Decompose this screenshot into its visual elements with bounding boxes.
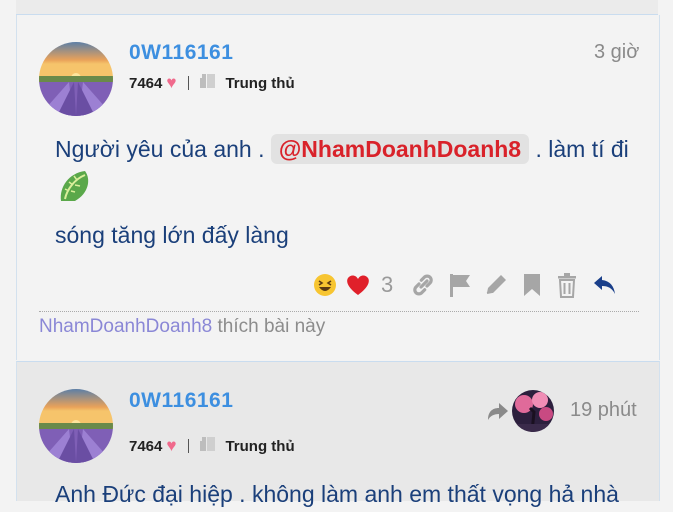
- previous-post-bottom: [16, 0, 658, 15]
- post-time[interactable]: 3 giờ: [594, 41, 639, 64]
- user-meta: 7464 ♥ Trung thủ: [129, 73, 295, 93]
- lettuce-emoji-icon: [55, 167, 95, 217]
- reply-target-avatar[interactable]: [512, 390, 554, 432]
- link-icon[interactable]: [409, 267, 437, 303]
- post-content: Anh Đức đại hiệp . không làm anh em thất…: [55, 476, 619, 512]
- trash-icon[interactable]: [555, 267, 579, 303]
- rank-icon: [199, 73, 217, 93]
- heart-icon: ♥: [166, 436, 177, 455]
- user-meta: 7464 ♥ Trung thủ: [129, 436, 295, 456]
- liked-by-user[interactable]: NhamDoanhDoanh8: [39, 316, 212, 337]
- bookmark-icon[interactable]: [521, 267, 543, 303]
- divider: [188, 439, 190, 453]
- post-text: . làm tí đi: [535, 136, 629, 162]
- avatar[interactable]: [39, 389, 113, 463]
- flag-icon[interactable]: [447, 267, 473, 303]
- red-heart-icon[interactable]: [345, 267, 371, 303]
- rank-label: Trung thủ: [225, 74, 295, 92]
- username[interactable]: 0W116161: [129, 41, 233, 65]
- reply-icon[interactable]: [591, 267, 619, 303]
- post-text: sóng tăng lớn đấy làng: [55, 222, 289, 248]
- post-card: 0W116161 7464 ♥ Trung thủ 19 phút Anh Đứ…: [16, 361, 660, 507]
- pencil-icon[interactable]: [483, 267, 509, 303]
- liked-by-text: thích bài này: [217, 316, 326, 337]
- heart-icon: ♥: [166, 73, 177, 92]
- reply-arrow-icon[interactable]: [486, 400, 510, 427]
- laughing-emoji-icon[interactable]: [313, 267, 337, 303]
- avatar[interactable]: [39, 42, 113, 116]
- rank-icon: [199, 436, 217, 456]
- post-time[interactable]: 19 phút: [570, 399, 637, 422]
- post-content: Người yêu của anh . @NhamDoanhDoanh8 . l…: [55, 131, 659, 253]
- divider: [188, 76, 190, 90]
- like-count: 7464: [129, 437, 163, 455]
- user-mention[interactable]: @NhamDoanhDoanh8: [270, 134, 530, 164]
- username[interactable]: 0W116161: [129, 389, 233, 413]
- like-count: 7464: [129, 74, 163, 92]
- post-text: Anh Đức đại hiệp . không làm anh em thất…: [55, 481, 619, 507]
- rank-label: Trung thủ: [225, 437, 295, 455]
- reaction-count[interactable]: 3: [381, 272, 393, 298]
- post-text: Người yêu của anh .: [55, 136, 265, 162]
- post-card: 0W116161 7464 ♥ Trung thủ 3 giờ Người yê…: [16, 15, 660, 360]
- liked-by: NhamDoanhDoanh8 thích bài này: [39, 311, 639, 338]
- post-actions: 3: [313, 267, 619, 303]
